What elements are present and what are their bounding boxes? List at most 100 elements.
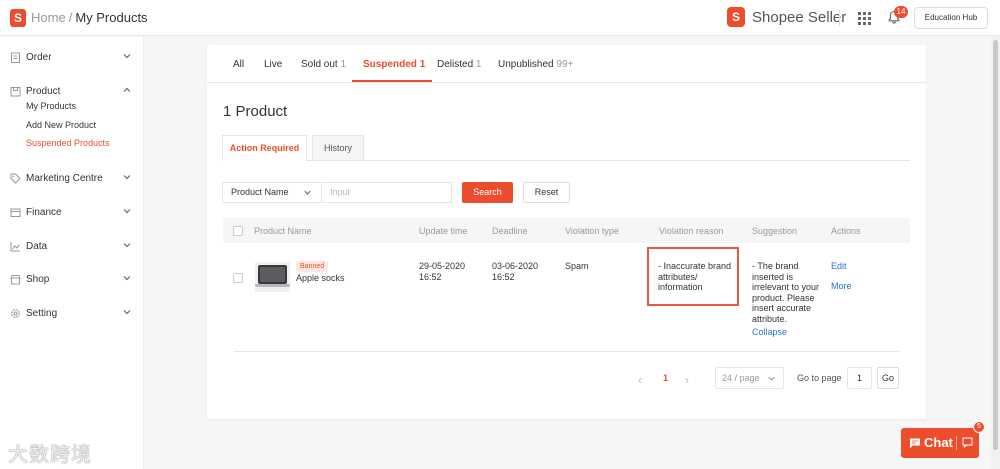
sidebar-item-order[interactable]: Order <box>0 48 144 68</box>
tab-sold-out[interactable]: Sold out 1 <box>301 59 346 70</box>
go-button[interactable]: Go <box>877 367 899 389</box>
sidebar-subitem-suspended-products[interactable]: Suspended Products <box>26 138 110 148</box>
tab-all[interactable]: All <box>233 59 244 70</box>
chart-icon <box>10 242 20 252</box>
chevron-down-icon <box>768 376 775 381</box>
goto-page-label: Go to page <box>797 373 842 383</box>
breadcrumb-home[interactable]: Home <box>31 10 66 25</box>
collapse-link[interactable]: Collapse <box>752 327 787 338</box>
search-field-select[interactable]: Product Name <box>222 182 322 203</box>
product-box-icon <box>10 87 21 97</box>
notification-badge: 14 <box>894 6 908 18</box>
suggestion-cell: - The brand inserted is irrelevant to yo… <box>752 261 820 324</box>
current-page-number[interactable]: 1 <box>663 373 668 383</box>
chevron-down-icon <box>123 175 131 180</box>
sidebar-subitem-add-new-product[interactable]: Add New Product <box>26 120 96 130</box>
products-card: All Live Sold out 1 Suspended 1 Delisted… <box>207 45 926 419</box>
table-header: Product Name Update time Deadline Violat… <box>223 218 910 243</box>
next-page-button[interactable]: › <box>685 373 689 387</box>
chevron-down-icon <box>123 310 131 315</box>
chevron-up-icon <box>123 87 131 92</box>
tab-live[interactable]: Live <box>264 59 282 70</box>
chat-button[interactable]: Chat <box>901 428 979 458</box>
page-size-value: 24 / page <box>722 373 760 383</box>
chevron-down-icon <box>123 209 131 214</box>
sidebar-item-label: Data <box>26 241 48 252</box>
violation-reason-cell: - Inaccurate brand attributes/ informati… <box>658 261 732 292</box>
sidebar-item-setting[interactable]: Setting <box>0 304 144 324</box>
column-header-violation-type: Violation type <box>565 226 619 236</box>
chevron-down-icon <box>304 190 311 195</box>
violation-type-cell: Spam <box>565 261 589 271</box>
update-time-cell: 29-05-2020 16:52 <box>419 261 466 282</box>
tab-suspended[interactable]: Suspended 1 <box>363 59 425 70</box>
sidebar-subitem-my-products[interactable]: My Products <box>26 101 76 111</box>
edit-link[interactable]: Edit <box>831 261 847 272</box>
subtab-history[interactable]: History <box>312 135 364 161</box>
breadcrumb-current: My Products <box>75 10 148 25</box>
breadcrumb: Home / My Products <box>31 10 148 25</box>
prev-page-button[interactable]: ‹ <box>638 373 642 387</box>
status-badge: Banned <box>296 261 329 272</box>
tag-icon <box>10 173 21 184</box>
wallet-icon <box>10 208 21 217</box>
more-link[interactable]: More <box>831 281 852 292</box>
select-value: Product Name <box>231 187 289 197</box>
sidebar-item-finance[interactable]: Finance <box>0 203 144 223</box>
select-all-checkbox[interactable] <box>233 226 243 236</box>
apps-grid-icon[interactable] <box>858 12 871 25</box>
subtab-action-required[interactable]: Action Required <box>222 135 307 161</box>
page-title: 1 Product <box>223 103 288 120</box>
column-header-violation-reason: Violation reason <box>659 226 724 236</box>
seller-title: Shopee Seller <box>752 9 847 26</box>
tab-count: 1 <box>475 59 482 70</box>
sidebar: Order Product My Products Add New Produc… <box>0 37 144 469</box>
sidebar-item-label: Marketing Centre <box>26 173 103 184</box>
search-button[interactable]: Search <box>462 182 513 203</box>
sidebar-item-label: Setting <box>26 308 58 319</box>
chat-bubble-icon <box>910 438 920 448</box>
table-row-divider <box>234 351 900 352</box>
row-checkbox[interactable] <box>233 273 243 283</box>
sidebar-item-data[interactable]: Data <box>0 237 144 257</box>
subtab-divider <box>222 160 910 161</box>
product-thumbnail[interactable] <box>255 262 290 292</box>
sidebar-item-marketing[interactable]: Marketing Centre <box>0 169 144 189</box>
education-hub-button[interactable]: Education Hub <box>914 7 988 29</box>
watermark: 大数跨境 <box>8 442 92 466</box>
product-name[interactable]: Apple socks <box>296 273 345 283</box>
sidebar-item-label: Shop <box>26 274 50 285</box>
chat-label: Chat <box>924 435 953 450</box>
column-header-actions: Actions <box>831 226 861 236</box>
chevron-down-icon <box>123 276 131 281</box>
tab-count: 1 <box>419 59 426 70</box>
column-header-update-time[interactable]: Update time <box>419 226 468 236</box>
shopee-logo-icon[interactable]: S <box>10 9 26 27</box>
clipboard-icon <box>11 52 20 63</box>
tab-count: 99+ <box>556 59 574 70</box>
reset-button[interactable]: Reset <box>523 182 570 203</box>
search-input[interactable]: Input <box>322 182 452 203</box>
sidebar-item-product[interactable]: Product <box>0 82 144 102</box>
tab-delisted[interactable]: Delisted 1 <box>437 59 481 70</box>
breadcrumb-separator: / <box>68 10 73 25</box>
gear-icon <box>11 309 20 318</box>
column-header-suggestion: Suggestion <box>752 226 798 236</box>
goto-page-input[interactable]: 1 <box>847 367 872 389</box>
header-divider <box>839 10 840 26</box>
minimize-chat-icon[interactable] <box>962 437 973 448</box>
page-size-select[interactable]: 24 / page <box>715 367 784 389</box>
sidebar-item-shop[interactable]: Shop <box>0 270 144 290</box>
scrollbar-thumb[interactable] <box>993 40 998 450</box>
active-tab-indicator <box>352 80 432 82</box>
chat-unread-badge: 5 <box>973 421 985 433</box>
tab-unpublished[interactable]: Unpublished 99+ <box>498 59 573 70</box>
shopee-seller-logo-icon: S <box>727 7 745 27</box>
column-header-product-name: Product Name <box>254 226 312 236</box>
column-header-deadline[interactable]: Deadline <box>492 226 528 236</box>
shop-icon <box>10 275 21 285</box>
chevron-down-icon <box>123 243 131 248</box>
sidebar-item-label: Finance <box>26 207 62 218</box>
tab-count: 1 <box>340 59 347 70</box>
deadline-cell: 03-06-2020 16:52 <box>492 261 539 282</box>
